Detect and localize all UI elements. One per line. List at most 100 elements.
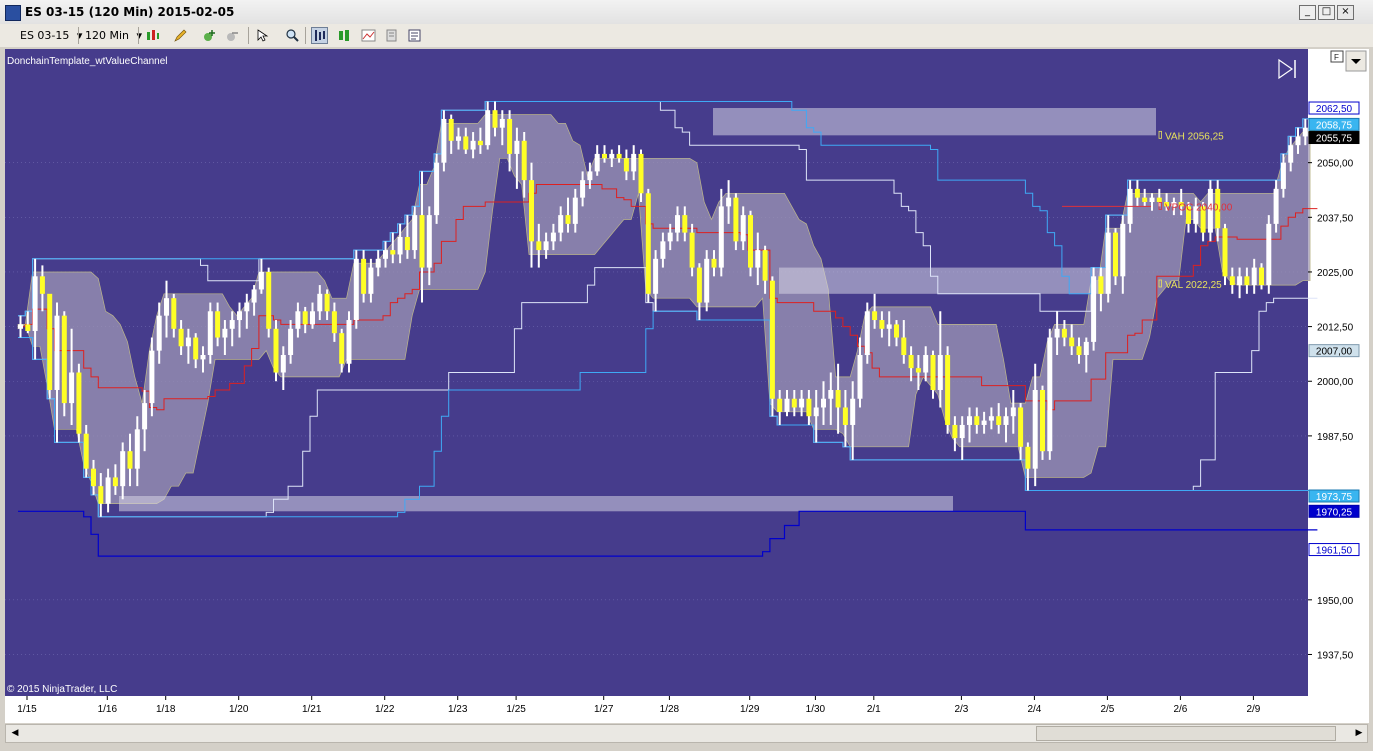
y-tick-label: 2037,50 <box>1317 213 1354 224</box>
candle-body <box>602 153 607 159</box>
candle-body <box>280 355 286 373</box>
scrollbar-thumb[interactable] <box>1036 726 1336 741</box>
bar-type-icon[interactable] <box>311 27 328 44</box>
candle-body <box>258 271 264 290</box>
candle-body <box>193 337 199 360</box>
properties-icon[interactable] <box>406 27 423 44</box>
x-tick-label: 1/22 <box>375 704 395 715</box>
x-tick-label: 2/5 <box>1100 704 1114 715</box>
add-indicator-icon[interactable] <box>201 27 218 44</box>
candle-body <box>748 215 753 268</box>
candle-body <box>967 416 972 425</box>
axis-menu-dropdown[interactable] <box>1345 50 1367 72</box>
x-tick-label: 1/25 <box>506 704 526 715</box>
candle-body <box>149 350 155 404</box>
price-marker-label: 2062,50 <box>1316 104 1353 115</box>
candle-body <box>397 236 403 255</box>
candle-body <box>1149 197 1155 203</box>
candle-body <box>1273 188 1279 224</box>
candle-body <box>923 355 929 373</box>
scroll-right-icon[interactable]: ▶ <box>1351 726 1367 741</box>
candle-body <box>1120 223 1126 277</box>
candle-body <box>470 140 476 150</box>
axis-format-icon[interactable]: F <box>1330 50 1344 63</box>
candle-body <box>835 389 841 408</box>
window-title: ES 03-15 (120 Min) 2015-02-05 <box>25 5 235 19</box>
chart-area[interactable]: 2050,00 2037,50 2025,00 2012,50 2000,00 1987,… <box>0 47 1373 724</box>
candle-body <box>25 324 31 331</box>
candle-body <box>543 241 549 251</box>
horizontal-scrollbar[interactable]: ◀ ▶ <box>5 724 1368 743</box>
candle-body <box>1251 267 1257 286</box>
candle-body <box>361 258 367 294</box>
x-tick-label: 2/3 <box>954 704 968 715</box>
instrument-label: ES 03-15 <box>20 29 70 42</box>
candle-body <box>207 311 213 356</box>
time-axis <box>5 696 1369 723</box>
candle-body <box>704 258 710 303</box>
candle-body <box>215 311 221 338</box>
candle-body <box>105 477 111 504</box>
instrument-selector[interactable]: ES 03-15 ▾ <box>20 27 82 44</box>
candle-body <box>653 258 659 294</box>
interval-selector[interactable]: 120 Min ▾ <box>85 27 142 44</box>
candle-body <box>974 416 980 425</box>
candle-body <box>952 424 958 439</box>
price-marker-label: 1961,50 <box>1316 546 1353 557</box>
candle-body <box>302 311 308 325</box>
candle-body <box>127 451 133 469</box>
zoom-icon[interactable] <box>284 27 301 44</box>
toolbar-separator <box>138 27 139 44</box>
candle-body <box>507 118 513 154</box>
x-tick-label: 2/4 <box>1027 704 1041 715</box>
candle-body <box>54 315 60 390</box>
candle-body <box>514 140 520 154</box>
candle-body <box>638 153 644 194</box>
candle-body <box>1003 416 1009 425</box>
candle-body <box>1076 346 1082 356</box>
pencil-icon[interactable] <box>172 27 189 44</box>
candle-body <box>1229 276 1235 286</box>
candle-body <box>937 355 943 390</box>
data-box-icon[interactable] <box>383 27 400 44</box>
candle-body <box>799 398 805 408</box>
line-chart-icon[interactable] <box>360 27 377 44</box>
price-marker-label: 1973,75 <box>1316 492 1353 503</box>
candle-body <box>171 298 177 329</box>
candle-body <box>156 315 162 351</box>
candle-body <box>200 355 206 360</box>
candle-body <box>609 153 615 159</box>
candle-body <box>864 311 870 356</box>
candle-body <box>755 250 761 268</box>
candle-body <box>1266 223 1272 286</box>
candle-body <box>660 241 666 259</box>
minimize-button[interactable]: _ <box>1299 5 1316 20</box>
maximize-button[interactable]: □ <box>1318 5 1335 20</box>
chart-style-icon[interactable] <box>144 27 161 44</box>
scroll-left-icon[interactable]: ◀ <box>7 726 23 741</box>
x-tick-label: 1/21 <box>302 704 322 715</box>
candle-body <box>244 302 250 312</box>
x-tick-label: 1/30 <box>806 704 826 715</box>
candle-body <box>434 162 440 216</box>
indicator-label: DonchainTemplate_wtValueChannel <box>7 56 167 67</box>
candle-body <box>492 110 498 128</box>
candle-body <box>594 153 600 172</box>
candlestick-icon[interactable] <box>336 27 353 44</box>
candle-body <box>91 468 96 487</box>
candle-body <box>645 193 651 294</box>
svg-text:F: F <box>1334 53 1339 62</box>
y-tick-label: 1987,50 <box>1317 432 1354 443</box>
candle-body <box>324 293 330 312</box>
value-area-label: VAH 2056,25 <box>1165 131 1224 142</box>
x-tick-label: 1/15 <box>17 704 37 715</box>
candle-body <box>689 232 695 268</box>
close-button[interactable]: × <box>1337 5 1354 20</box>
y-tick-label: 2050,00 <box>1317 159 1354 170</box>
cursor-icon[interactable] <box>254 27 271 44</box>
candle-body <box>1032 389 1038 469</box>
copyright-label: © 2015 NinjaTrader, LLC <box>7 684 117 695</box>
candle-body <box>419 215 425 268</box>
candle-body <box>587 171 593 181</box>
remove-indicator-icon[interactable] <box>224 27 241 44</box>
